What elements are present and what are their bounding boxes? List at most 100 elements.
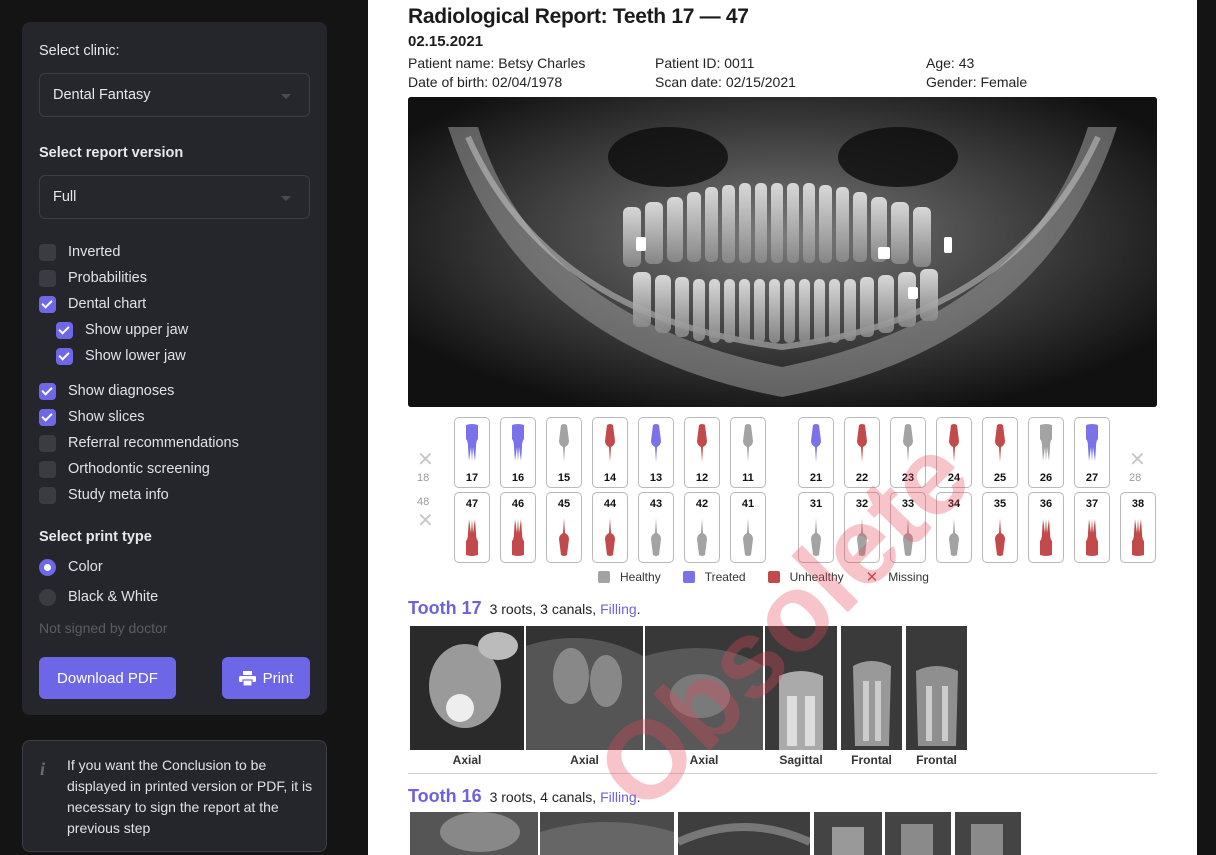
missing-x-icon: ✕ [417,449,434,471]
tooth-cell-32[interactable]: 32 [844,492,880,563]
tooth-cell-17[interactable]: 17 [454,417,490,488]
tooth-cell-21[interactable]: 21 [798,417,834,488]
tooth-cell-43[interactable]: 43 [638,492,674,563]
tooth-cell-34[interactable]: 34 [936,492,972,563]
tooth-cell-31[interactable]: 31 [798,492,834,563]
tooth-icon [466,424,478,461]
option-label: Study meta info [68,487,169,503]
slice-tooth16-4 [814,812,882,855]
tooth-cell-38[interactable]: 38 [1120,492,1156,563]
print-type-bw[interactable]: Black & White [39,587,158,607]
option-referral-recommendations[interactable]: Referral recommendations [39,433,239,453]
option-show-upper-jaw[interactable]: Show upper jaw [56,320,188,340]
tooth-cell-46[interactable]: 46 [500,492,536,563]
legend-label: Missing [888,570,929,584]
tooth-cell-14[interactable]: 14 [592,417,628,488]
print-label: Print [262,669,294,687]
slice-tooth16-2 [540,812,674,855]
tooth-icon [995,424,1005,462]
tooth-16-heading: Tooth 16 3 roots, 4 canals, Filling. [408,786,641,806]
tooth-cell-45[interactable]: 45 [546,492,582,563]
option-inverted[interactable]: Inverted [39,242,120,262]
tooth-description: 3 roots, 4 canals, [489,789,597,805]
tooth-cell-12[interactable]: 12 [684,417,720,488]
tooth-number: 22 [855,472,869,484]
tooth-icon [559,518,569,556]
legend-swatch-healthy [598,571,610,583]
tooth-cell-37[interactable]: 37 [1074,492,1110,563]
download-pdf-button[interactable]: Download PDF [39,657,176,699]
tooth-cell-27[interactable]: 27 [1074,417,1110,488]
option-label: Probabilities [68,270,147,286]
option-dental-chart[interactable]: Dental chart [39,294,146,314]
print-button[interactable]: Print [222,657,310,699]
radio-label: Black & White [68,589,159,605]
tooth-cell-44[interactable]: 44 [592,492,628,563]
tooth-icon [466,519,478,556]
signed-status: Not signed by doctor [39,620,168,636]
tooth-icon [1132,519,1144,556]
report-version-label: Select report version [39,145,184,161]
diagnosis-link[interactable]: Filling [600,601,637,617]
option-probabilities[interactable]: Probabilities [39,268,147,288]
option-orthodontic-screening[interactable]: Orthodontic screening [39,459,210,479]
checkbox[interactable] [56,347,73,365]
option-study-meta-info[interactable]: Study meta info [39,485,169,505]
option-label: Inverted [68,244,121,260]
tooth-number: 27 [1085,472,1099,484]
checkbox[interactable] [39,382,56,400]
checkbox[interactable] [56,321,73,339]
tooth-cell-24[interactable]: 24 [936,417,972,488]
tooth-cell-13[interactable]: 13 [638,417,674,488]
tooth-cell-11[interactable]: 11 [730,417,766,488]
checkbox[interactable] [39,269,56,287]
tooth-cell-16[interactable]: 16 [500,417,536,488]
scan-date: Scan date: 02/15/2021 [655,74,796,90]
checkbox[interactable] [39,408,56,426]
legend-label: Unhealthy [789,570,844,584]
checkbox[interactable] [39,295,56,313]
patient-name: Patient name: Betsy Charles [408,55,586,71]
report-version-select[interactable]: Full [39,175,310,219]
tooth-icon [1040,424,1052,461]
tooth-cell-36[interactable]: 36 [1028,492,1064,563]
tooth-cell-42[interactable]: 42 [684,492,720,563]
tooth-icon [651,424,661,462]
tooth-number: 16 [511,472,525,484]
clinic-select[interactable]: Dental Fantasy [39,73,310,117]
tooth-number: 18 [417,472,430,484]
tooth-cell-26[interactable]: 26 [1028,417,1064,488]
legend-swatch-unhealthy [767,571,780,583]
tooth-cell-47[interactable]: 47 [454,492,490,563]
patient-gender: Gender: Female [926,74,1028,90]
tooth-17-heading: Tooth 17 3 roots, 3 canals, Filling. [408,598,641,618]
tooth-icon [559,424,569,462]
checkbox[interactable] [39,243,56,261]
tooth-cell-15[interactable]: 15 [546,417,582,488]
radio-button[interactable] [39,558,56,576]
tooth-description: 3 roots, 3 canals, [489,601,597,617]
slice-tooth16-5 [885,812,951,855]
tooth-cell-23[interactable]: 23 [890,417,926,488]
tooth-cell-35[interactable]: 35 [982,492,1018,563]
tooth-number: 14 [603,472,617,484]
tooth-cell-22[interactable]: 22 [844,417,880,488]
option-show-diagnoses[interactable]: Show diagnoses [39,381,174,401]
checkbox[interactable] [39,460,56,478]
print-type-color[interactable]: Color [39,557,103,577]
tooth-number: 23 [901,472,915,484]
diagnosis-link[interactable]: Filling [600,789,637,805]
option-show-slices[interactable]: Show slices [39,407,145,427]
radio-button[interactable] [39,588,56,606]
tooth-icon [605,424,615,462]
tooth-cell-41[interactable]: 41 [730,492,766,563]
clinic-select-value: Dental Fantasy [53,87,151,103]
missing-x-icon: ✕ [417,510,434,532]
tooth-number: 24 [947,472,961,484]
tooth-cell-25[interactable]: 25 [982,417,1018,488]
option-show-lower-jaw[interactable]: Show lower jaw [56,346,186,366]
option-label: Dental chart [68,296,147,312]
checkbox[interactable] [39,486,56,504]
checkbox[interactable] [39,434,56,452]
tooth-cell-33[interactable]: 33 [890,492,926,563]
